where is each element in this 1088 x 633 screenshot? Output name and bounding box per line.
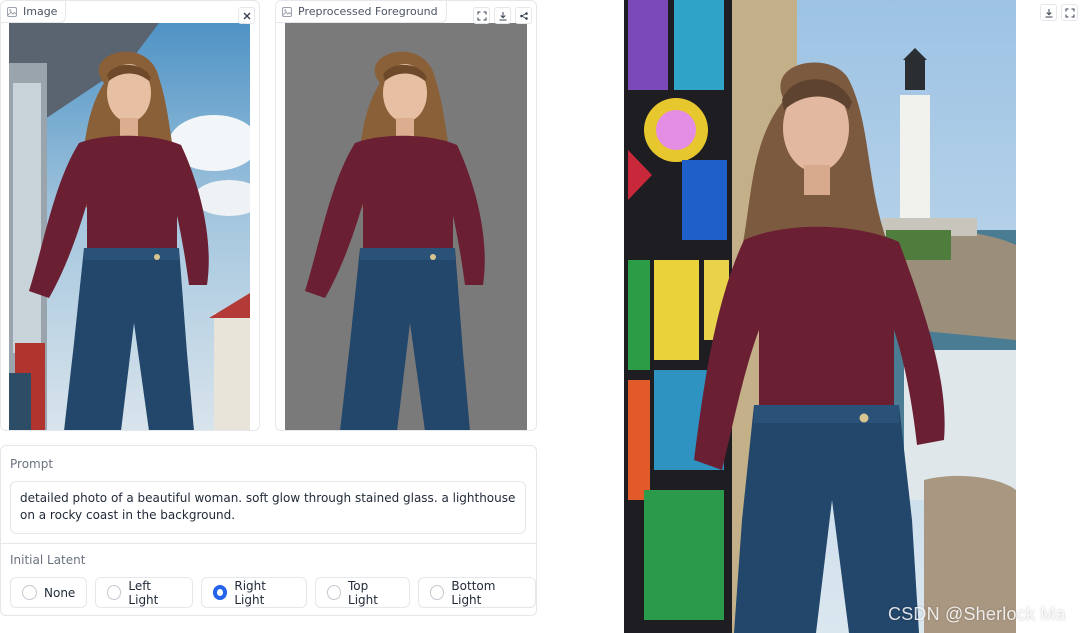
- image-panel-label: Image: [1, 1, 67, 23]
- app-window: Image Preprocessed Foreground Prompt det…: [0, 0, 1088, 633]
- divider: [1, 543, 536, 544]
- download-icon[interactable]: [494, 7, 511, 24]
- radio-dot[interactable]: [326, 585, 342, 600]
- radio-right-light[interactable]: Right Light: [200, 577, 307, 608]
- output-panel: [552, 0, 1088, 633]
- image-panel-title: Image: [23, 5, 58, 18]
- fullscreen-icon[interactable]: [1061, 4, 1078, 21]
- foreground-photo[interactable]: [285, 23, 527, 430]
- foreground-panel: Preprocessed Foreground: [275, 0, 537, 431]
- foreground-panel-title: Preprocessed Foreground: [298, 5, 438, 18]
- radio-top-light[interactable]: Top Light: [314, 577, 411, 608]
- input-photo[interactable]: [9, 23, 250, 430]
- foreground-panel-label: Preprocessed Foreground: [276, 1, 447, 23]
- radio-label: Top Light: [348, 578, 378, 607]
- prompt-label: Prompt: [10, 457, 54, 471]
- radio-dot[interactable]: [22, 585, 37, 600]
- image-icon: [7, 6, 17, 17]
- input-image-panel: Image: [0, 0, 260, 431]
- prompt-input[interactable]: detailed photo of a beautiful woman. sof…: [10, 481, 526, 534]
- download-icon[interactable]: [1040, 4, 1057, 21]
- radio-label: Left Light: [128, 578, 159, 607]
- radio-dot[interactable]: [430, 585, 445, 600]
- radio-bottom-light[interactable]: Bottom Light: [418, 577, 536, 608]
- share-icon[interactable]: [515, 7, 532, 24]
- initial-latent-radio-group: None Left Light Right Light Top Light Bo…: [10, 577, 536, 608]
- watermark: CSDN @Sherlock Ma: [888, 604, 1066, 624]
- fullscreen-icon[interactable]: [473, 7, 490, 24]
- radio-dot[interactable]: [107, 585, 122, 600]
- relit-output-photo[interactable]: [624, 0, 1016, 633]
- initial-latent-label: Initial Latent: [10, 553, 86, 567]
- image-icon: [282, 6, 292, 17]
- radio-left-light[interactable]: Left Light: [95, 577, 193, 608]
- radio-label: Right Light: [234, 578, 266, 607]
- radio-none[interactable]: None: [10, 577, 88, 608]
- settings-block: Prompt detailed photo of a beautiful wom…: [0, 445, 537, 616]
- radio-dot[interactable]: [212, 585, 228, 600]
- close-icon[interactable]: [238, 7, 255, 24]
- radio-label: Bottom Light: [451, 578, 496, 607]
- radio-label: None: [44, 585, 76, 600]
